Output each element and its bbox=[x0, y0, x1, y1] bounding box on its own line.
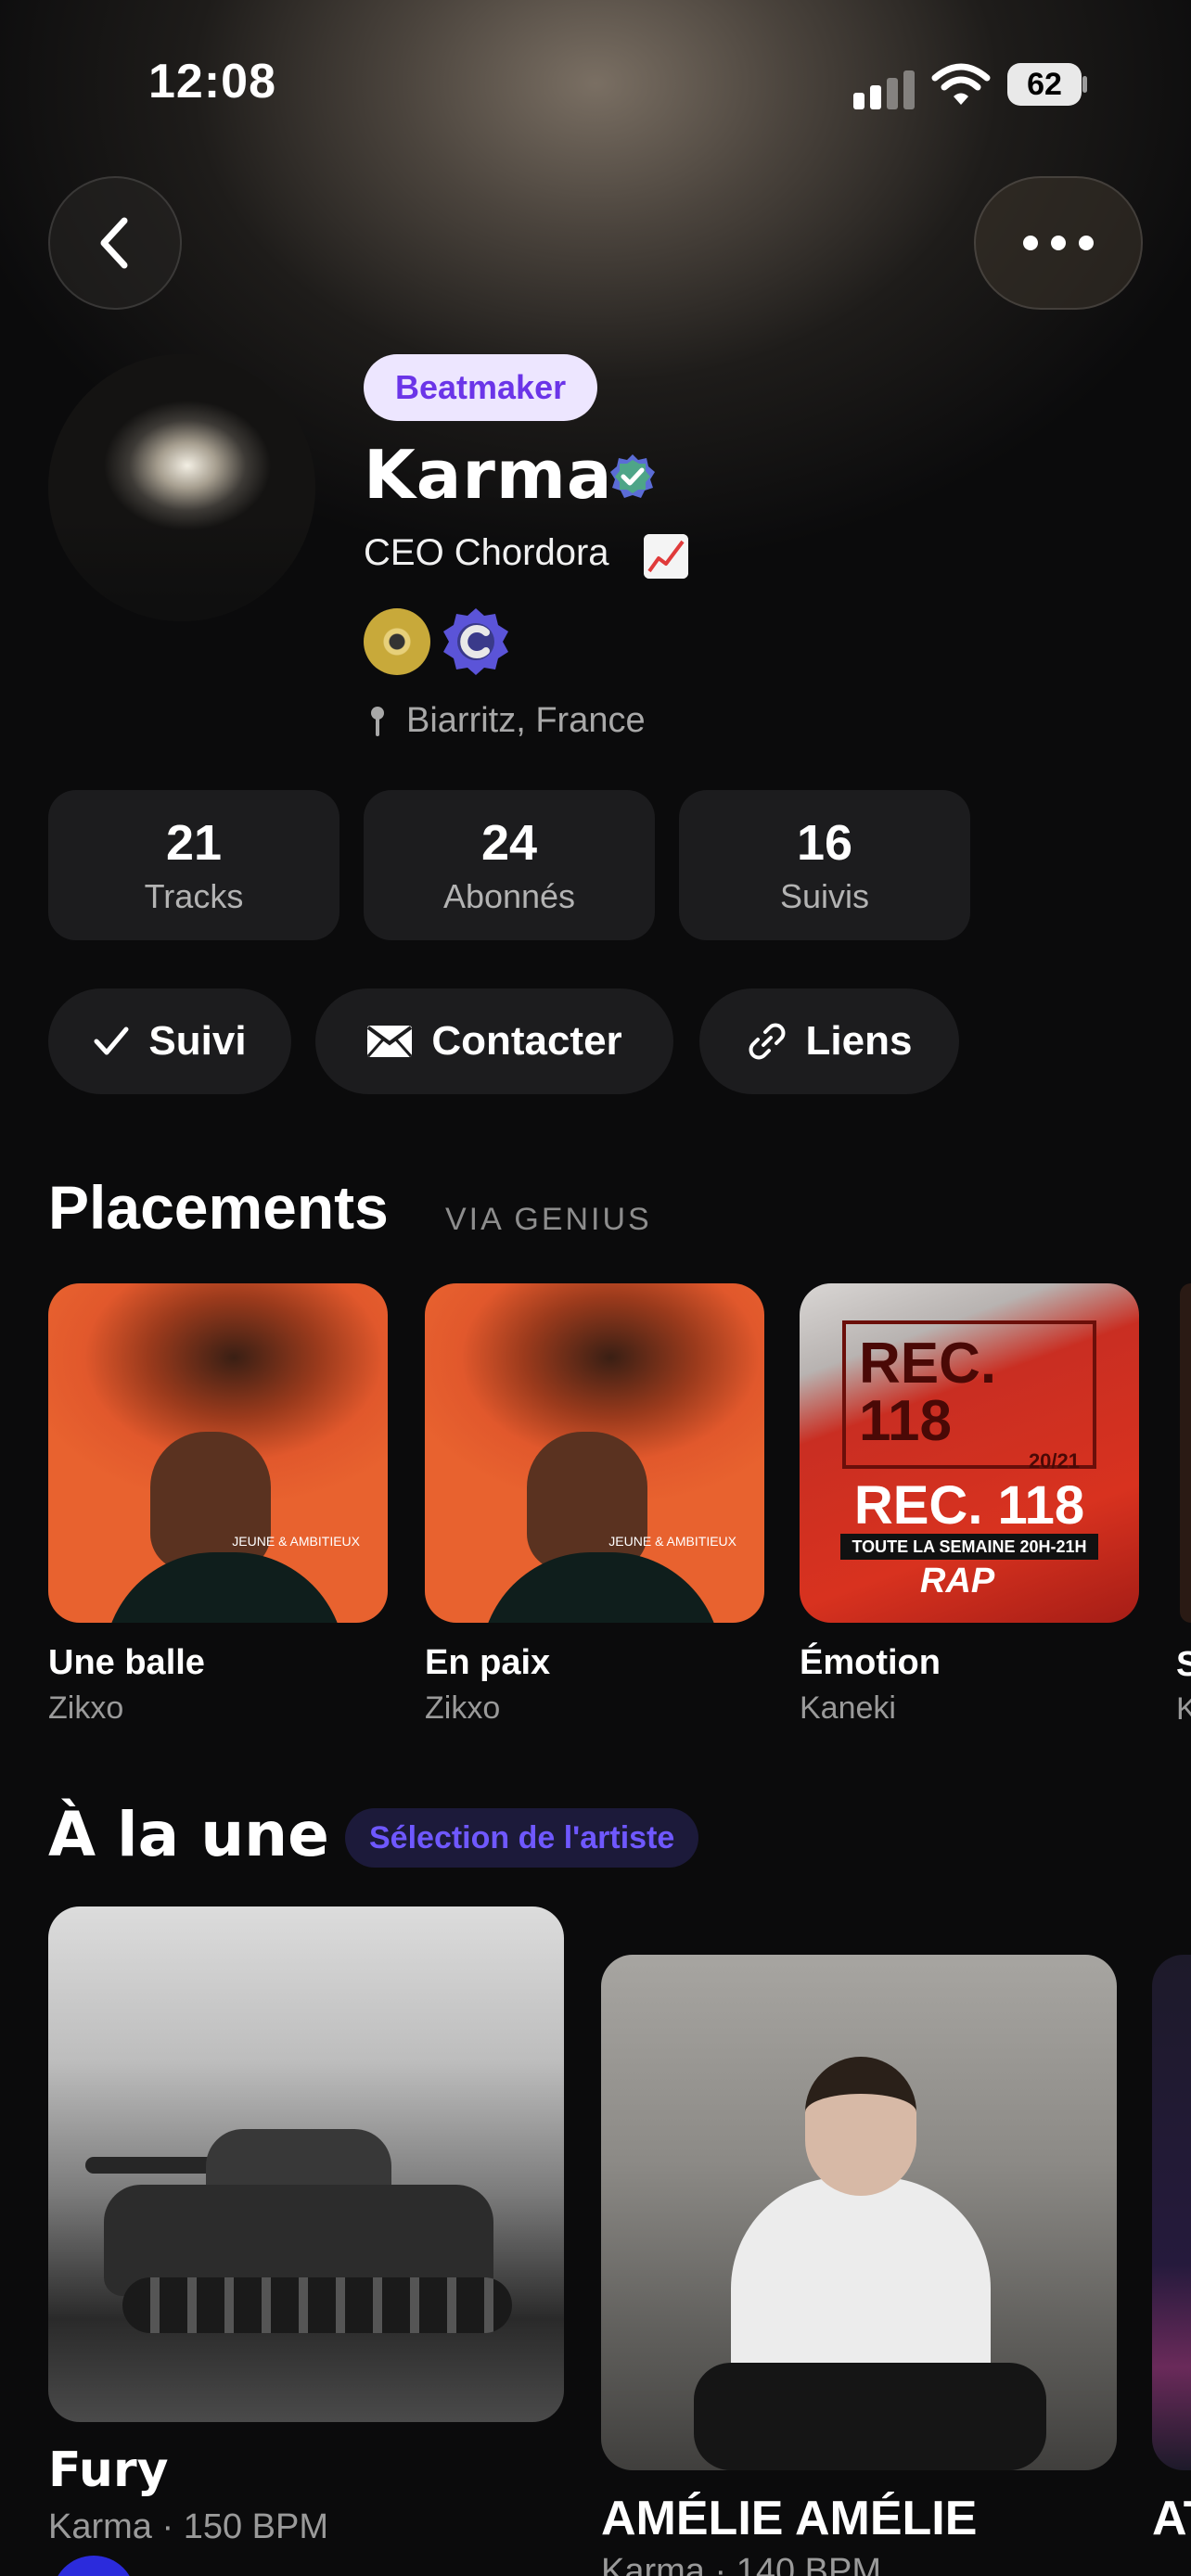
placement-title-partial: S bbox=[1176, 1645, 1191, 1684]
stat-following[interactable]: 16 Suivis bbox=[679, 790, 970, 940]
cellular-signal-icon bbox=[853, 69, 915, 109]
placement-artist-partial: K bbox=[1176, 1691, 1191, 1727]
rec-box-text: REC. 118 20/21 bbox=[842, 1320, 1096, 1473]
placements-subtitle: VIA GENIUS bbox=[445, 1202, 652, 1237]
album-cover: JEUNE & AMBITIEUX bbox=[425, 1283, 764, 1623]
stat-label: Suivis bbox=[779, 877, 870, 915]
battery-level: 62 bbox=[1007, 63, 1082, 106]
placement-artist: Kaneki bbox=[800, 1690, 896, 1726]
track-cover-fury[interactable] bbox=[48, 1906, 564, 2422]
album-cover: JEUNE & AMBITIEUX bbox=[48, 1283, 388, 1623]
rec-rap: RAP bbox=[920, 1562, 995, 1600]
placement-card[interactable]: REC. 118 20/21 REC. 118 TOUTE LA SEMAINE… bbox=[800, 1283, 1139, 1727]
profile-bio: CEO Chordora bbox=[364, 532, 609, 573]
more-dots-icon bbox=[1023, 236, 1038, 250]
battery-icon: 62 bbox=[1007, 63, 1087, 106]
profile-name: Karma bbox=[364, 436, 613, 514]
rec-strip: TOUTE LA SEMAINE 20H-21H bbox=[840, 1534, 1098, 1560]
status-time: 12:08 bbox=[148, 55, 276, 108]
chevron-left-icon bbox=[100, 217, 128, 269]
envelope-icon bbox=[367, 1026, 413, 1057]
placement-artist: Zikxo bbox=[48, 1690, 124, 1726]
stat-tracks[interactable]: 21 Tracks bbox=[48, 790, 339, 940]
stat-label: Abonnés bbox=[442, 877, 576, 915]
placements-title: Placements bbox=[48, 1173, 389, 1242]
track-cover-amelie[interactable] bbox=[601, 1955, 1117, 2470]
profile-avatar[interactable] bbox=[48, 354, 315, 621]
placement-artist: Zikxo bbox=[425, 1690, 501, 1726]
wifi-icon bbox=[931, 63, 991, 105]
play-button[interactable] bbox=[52, 2556, 135, 2576]
placement-card[interactable]: JEUNE & AMBITIEUX En paix Zikxo bbox=[425, 1283, 764, 1727]
contact-label: Contacter bbox=[431, 1018, 622, 1064]
album-cover: REC. 118 20/21 REC. 118 TOUTE LA SEMAINE… bbox=[800, 1283, 1139, 1623]
stat-value: 24 bbox=[480, 815, 538, 871]
location-pin-icon bbox=[371, 707, 384, 736]
placement-card[interactable]: JEUNE & AMBITIEUX Une balle Zikxo bbox=[48, 1283, 388, 1727]
chart-increasing-icon bbox=[644, 534, 688, 579]
placement-title: Une balle bbox=[48, 1643, 205, 1682]
links-button[interactable]: Liens bbox=[699, 988, 959, 1094]
placement-title: En paix bbox=[425, 1643, 551, 1682]
placement-card-partial[interactable] bbox=[1180, 1283, 1191, 1623]
featured-badge: Sélection de l'artiste bbox=[345, 1808, 699, 1868]
chordora-award-icon[interactable] bbox=[442, 606, 510, 677]
link-icon bbox=[749, 1023, 785, 1060]
rec-box-title: REC. 118 bbox=[859, 1332, 997, 1453]
featured-title: À la une bbox=[48, 1799, 329, 1870]
contact-button[interactable]: Contacter bbox=[315, 988, 673, 1094]
status-bar: 12:08 62 bbox=[0, 0, 1191, 148]
featured-track-meta: Karma · 150 BPM bbox=[48, 2507, 328, 2546]
featured-track-meta: Karma · 140 BPM bbox=[601, 2552, 881, 2576]
more-options-button[interactable] bbox=[974, 176, 1143, 310]
featured-title-partial: AT bbox=[1152, 2492, 1191, 2545]
placement-title: Émotion bbox=[800, 1643, 941, 1682]
links-label: Liens bbox=[805, 1018, 913, 1064]
stat-label: Tracks bbox=[144, 877, 244, 915]
featured-track-title: Fury bbox=[48, 2442, 169, 2498]
profile-location: Biarritz, France bbox=[406, 701, 646, 740]
rec-title: REC. 118 bbox=[853, 1475, 1085, 1536]
stat-value: 21 bbox=[165, 815, 223, 871]
verified-badge-icon bbox=[610, 454, 655, 498]
checkmark-icon bbox=[94, 1027, 129, 1055]
rec-box-date: 20/21 bbox=[1028, 1449, 1080, 1473]
follow-label: Suivi bbox=[148, 1018, 247, 1064]
stat-followers[interactable]: 24 Abonnés bbox=[364, 790, 655, 940]
stat-value: 16 bbox=[796, 815, 853, 871]
role-badge: Beatmaker bbox=[364, 354, 598, 421]
follow-button[interactable]: Suivi bbox=[48, 988, 291, 1094]
featured-card-partial[interactable] bbox=[1152, 1955, 1191, 2470]
back-button[interactable] bbox=[48, 176, 182, 310]
cd-award-icon[interactable] bbox=[364, 608, 430, 675]
featured-track-title: AMÉLIE AMÉLIE bbox=[601, 2492, 978, 2545]
